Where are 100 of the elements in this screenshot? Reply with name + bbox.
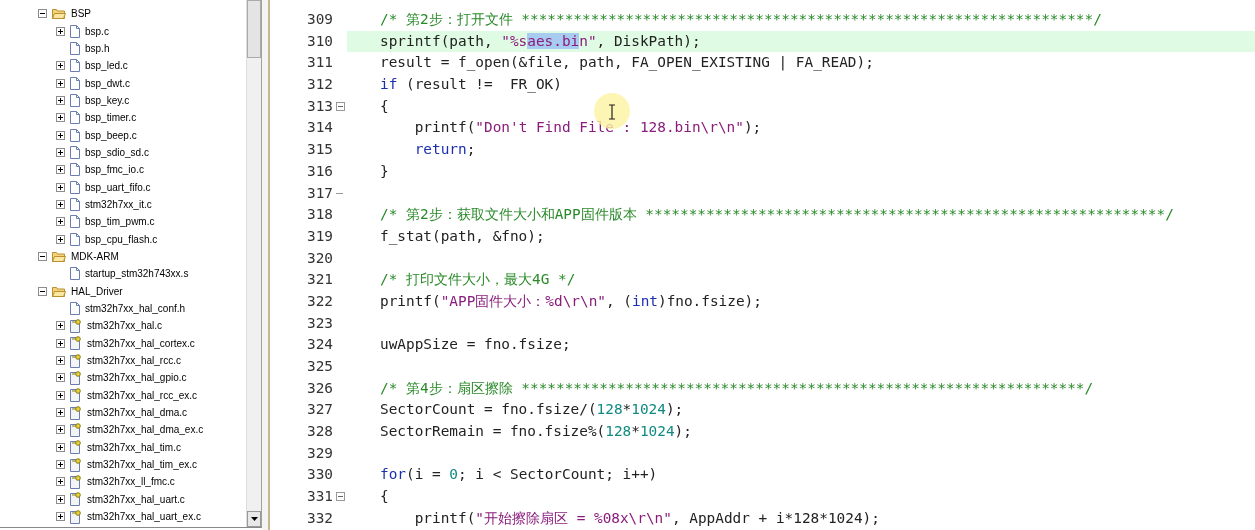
tree-item[interactable]: bsp_dwt.c: [85, 77, 131, 89]
expand-icon[interactable]: [56, 234, 65, 244]
expand-icon[interactable]: [56, 512, 65, 522]
tree-item[interactable]: bsp_fmc_io.c: [85, 164, 144, 176]
line-number: 325: [306, 357, 333, 376]
tree-item[interactable]: bsp_timer.c: [85, 112, 137, 124]
line-number: 327: [306, 400, 333, 420]
tree-item[interactable]: stm32h7xx_hal_uart.c: [87, 493, 185, 505]
tree-item[interactable]: bsp_led.c: [85, 60, 128, 72]
file-key-icon: [70, 474, 82, 489]
file-icon: [70, 145, 80, 159]
file-icon: [70, 24, 80, 38]
file-icon: [70, 302, 80, 315]
line-number: 322: [306, 291, 333, 311]
expand-icon[interactable]: [56, 373, 65, 383]
tree-item[interactable]: stm32h7xx_hal.c: [87, 320, 163, 332]
tree-item[interactable]: startup_stm32h743xx.s: [85, 268, 189, 280]
expand-icon[interactable]: [56, 182, 65, 192]
scrollbar-thumb[interactable]: [247, 0, 261, 58]
tree-item[interactable]: stm32h7xx_ll_fmc.c: [87, 476, 175, 488]
expand-icon[interactable]: [56, 338, 65, 348]
expand-icon[interactable]: [56, 130, 65, 140]
tree-item[interactable]: bsp.h: [85, 42, 110, 54]
expand-icon[interactable]: [56, 78, 65, 88]
file-key-icon: [70, 422, 82, 437]
file-icon: [70, 215, 80, 229]
expand-icon[interactable]: [56, 460, 65, 470]
tree-item[interactable]: MDK-ARM: [71, 251, 119, 262]
file-key-icon: [70, 457, 82, 472]
line-number: 316: [306, 161, 333, 181]
line-number: 331: [306, 487, 333, 507]
tree-item[interactable]: stm32h7xx_hal_tim_ex.c: [87, 459, 198, 471]
file-key-icon: [70, 353, 82, 368]
expand-icon[interactable]: [56, 477, 65, 487]
line-number: 320: [306, 248, 333, 268]
file-icon: [70, 180, 80, 194]
scrollbar[interactable]: [246, 0, 261, 527]
tree-item[interactable]: stm32h7xx_hal_dma_ex.c: [87, 424, 204, 436]
tree-item[interactable]: bsp_tim_pwm.c: [85, 216, 155, 228]
expand-icon[interactable]: [56, 95, 65, 105]
tree-item[interactable]: bsp_key.c: [85, 94, 130, 106]
tree-item[interactable]: HAL_Driver: [71, 285, 123, 297]
line-number: 326: [306, 378, 333, 398]
tree-item[interactable]: bsp_sdio_sd.c: [85, 146, 149, 158]
tree-item[interactable]: stm32h7xx_hal_rcc.c: [87, 355, 181, 367]
collapse-icon[interactable]: [38, 9, 47, 19]
expand-icon[interactable]: [56, 199, 65, 209]
file-icon: [70, 93, 80, 107]
tree-item[interactable]: bsp.c: [85, 25, 109, 37]
tree-item[interactable]: BSP: [71, 8, 91, 20]
folder-icon: [52, 285, 66, 297]
line-number: 319: [306, 226, 333, 246]
file-icon: [70, 163, 80, 177]
expand-icon[interactable]: [56, 26, 65, 36]
scroll-down-button[interactable]: [247, 511, 261, 527]
tree-item[interactable]: stm32h7xx_hal_gpio.c: [87, 372, 187, 384]
line-number: 328: [306, 422, 333, 442]
file-icon: [70, 41, 80, 55]
expand-icon[interactable]: [56, 425, 65, 435]
collapse-icon[interactable]: [38, 252, 47, 261]
file-key-icon: [70, 336, 82, 351]
expand-icon[interactable]: [56, 165, 65, 175]
code-line: /* 第2步：获取文件大小和APP固件版本 ************************************************************/: [379, 205, 1174, 225]
tree-item[interactable]: stm32h7xx_hal_tim.c: [87, 441, 181, 453]
expand-icon[interactable]: [56, 494, 65, 504]
file-icon: [70, 232, 80, 246]
expand-icon[interactable]: [56, 390, 65, 400]
tree-item[interactable]: stm32h7xx_hal_conf.h: [85, 303, 186, 314]
tree-item[interactable]: bsp_beep.c: [85, 129, 137, 141]
tree-item[interactable]: stm32h7xx_hal_cortex.c: [87, 337, 195, 349]
tree-item[interactable]: bsp_uart_fifo.c: [85, 181, 151, 193]
line-number: 315: [306, 140, 333, 160]
tree-item[interactable]: stm32h7xx_hal_dma.c: [87, 407, 188, 419]
code-line: uwAppSize = fno.fsize;: [379, 335, 571, 355]
collapse-icon[interactable]: [38, 286, 47, 296]
tree-item[interactable]: stm32h7xx_hal_rcc_ex.c: [87, 389, 198, 401]
expand-icon[interactable]: [56, 356, 65, 366]
tree-item[interactable]: bsp_cpu_flash.c: [85, 233, 158, 245]
expand-icon[interactable]: [56, 147, 65, 157]
caret-icon: [250, 517, 258, 521]
line-number: 311: [306, 53, 333, 73]
file-key-icon: [70, 509, 82, 524]
expand-icon[interactable]: [56, 113, 65, 123]
file-key-icon: [70, 370, 82, 385]
file-key-icon: [70, 388, 82, 403]
tree-item[interactable]: stm32h7xx_hal_uart_ex.c: [87, 511, 201, 523]
expand-icon[interactable]: [56, 408, 65, 418]
tree-item[interactable]: stm32h7xx_it.c: [85, 198, 152, 210]
expand-icon[interactable]: [56, 442, 65, 452]
line-number: 317: [306, 183, 333, 203]
line-number: 309: [306, 10, 333, 29]
file-icon: [70, 111, 80, 125]
line-number: 332: [306, 508, 333, 528]
expand-icon[interactable]: [56, 217, 65, 227]
code-line: printf("开始擦除扇区 = %08x\r\n", AppAddr + i*128*1024);: [413, 508, 880, 528]
code-line: printf("APP固件大小：%d\r\n", (int)fno.fsize);: [379, 291, 762, 311]
expand-icon[interactable]: [56, 321, 65, 331]
expand-icon[interactable]: [56, 61, 65, 71]
file-icon: [70, 128, 80, 142]
folder-icon: [52, 251, 66, 262]
